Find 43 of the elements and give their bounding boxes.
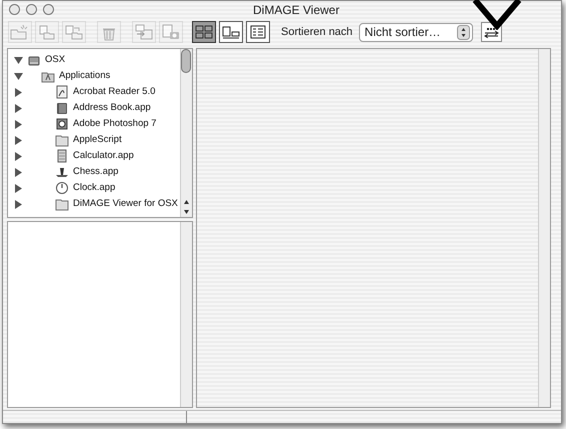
minimize-button[interactable] <box>26 4 37 15</box>
book-icon <box>55 101 69 115</box>
tree-item[interactable]: Clock.app <box>73 180 116 196</box>
close-button[interactable] <box>9 4 20 15</box>
disclosure-triangle[interactable] <box>14 88 23 96</box>
sort-dropdown[interactable]: Nicht sortier… <box>358 22 473 42</box>
disclosure-triangle[interactable] <box>14 104 23 112</box>
zoom-button[interactable] <box>43 4 54 15</box>
clock-icon <box>55 181 69 195</box>
tree-item[interactable]: Applications <box>59 68 110 84</box>
tree-item[interactable]: Calculator.app <box>73 148 134 164</box>
tree-item[interactable]: Address Book.app <box>73 100 151 116</box>
disclosure-triangle[interactable] <box>14 120 23 128</box>
checkmark-annotation <box>472 0 522 30</box>
disclosure-triangle[interactable] <box>14 168 23 176</box>
tree-item[interactable]: AppleScript <box>73 132 122 148</box>
tree-item[interactable]: OSX <box>45 52 66 68</box>
disclosure-triangle[interactable] <box>14 152 23 160</box>
sort-label: Sortieren nach <box>281 24 353 40</box>
disclosure-triangle[interactable] <box>14 184 23 192</box>
camera-lens-icon <box>55 117 69 131</box>
folder-icon <box>55 197 69 211</box>
scroll-thumb[interactable] <box>181 49 191 73</box>
import-icon <box>133 22 155 42</box>
scrollbar[interactable] <box>180 49 192 217</box>
document-icon <box>55 85 69 99</box>
tree-item[interactable]: Chess.app <box>73 164 118 180</box>
tree-item[interactable]: Acrobat Reader 5.0 <box>73 84 156 100</box>
calculator-icon <box>55 149 69 163</box>
chess-piece-icon <box>55 165 69 179</box>
view-mode-button[interactable] <box>219 21 243 43</box>
tree-item[interactable]: DiMAGE Viewer for OSX <box>73 196 178 212</box>
disclosure-triangle[interactable] <box>14 136 23 144</box>
disclosure-triangle[interactable] <box>14 72 23 80</box>
stepper-arrows-icon <box>456 24 470 40</box>
window-title: DiMAGE Viewer <box>253 2 340 18</box>
tree-item[interactable]: Adobe Photoshop 7 <box>73 116 156 132</box>
camera-icon <box>160 22 182 42</box>
disclosure-triangle[interactable] <box>14 200 23 208</box>
folder-icon <box>55 133 69 147</box>
swap-arrows-icon <box>484 26 499 38</box>
view-mode-button[interactable] <box>246 21 270 43</box>
disclosure-triangle[interactable] <box>14 56 23 64</box>
